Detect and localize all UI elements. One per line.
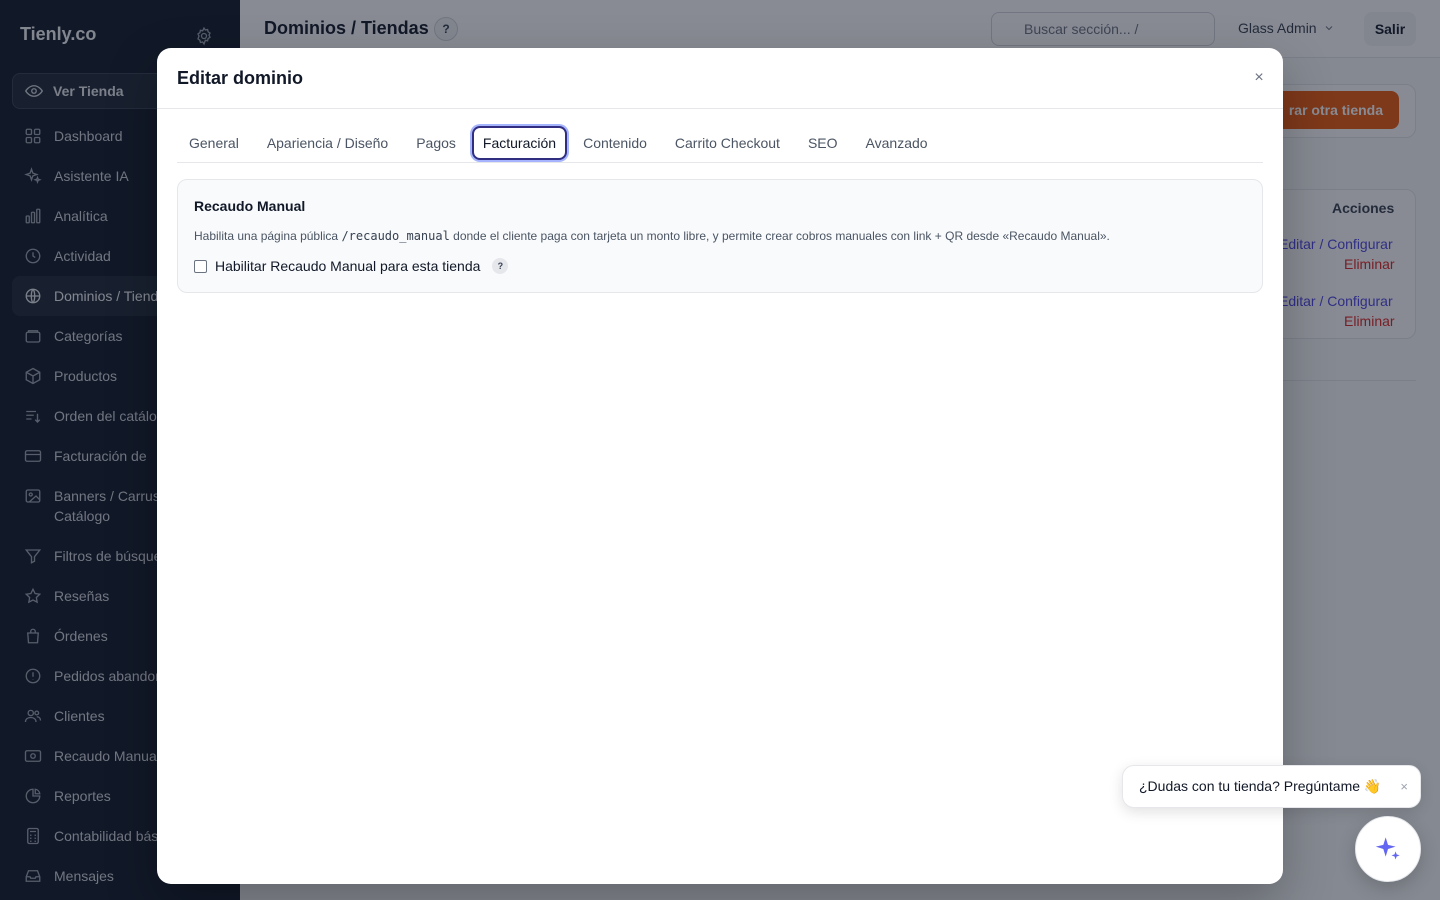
tab-pagos[interactable]: Pagos bbox=[404, 126, 468, 160]
enable-recaudo-row: Habilitar Recaudo Manual para esta tiend… bbox=[194, 258, 509, 274]
enable-recaudo-label[interactable]: Habilitar Recaudo Manual para esta tiend… bbox=[215, 258, 480, 274]
tab-general[interactable]: General bbox=[177, 126, 251, 160]
modal-title: Editar dominio bbox=[177, 68, 303, 88]
edit-domain-modal: Editar dominio × General Apariencia / Di… bbox=[157, 48, 1283, 884]
tab-carrito-checkout[interactable]: Carrito Checkout bbox=[663, 126, 792, 160]
recaudo-manual-section: Recaudo Manual Habilita una página públi… bbox=[177, 179, 1263, 293]
ai-assistant-button[interactable] bbox=[1355, 816, 1421, 882]
close-icon[interactable]: × bbox=[1400, 779, 1408, 794]
section-description: Habilita una página pública /recaudo_man… bbox=[194, 229, 1110, 243]
chat-prompt-bubble[interactable]: ¿Dudas con tu tienda? Pregúntame 👋 × bbox=[1122, 765, 1421, 808]
sparkles-icon bbox=[1375, 837, 1400, 860]
tab-seo[interactable]: SEO bbox=[796, 126, 850, 160]
tab-contenido[interactable]: Contenido bbox=[571, 126, 659, 160]
section-title: Recaudo Manual bbox=[194, 198, 306, 214]
help-icon[interactable]: ? bbox=[492, 258, 509, 274]
desc-after: donde el cliente paga con tarjeta un mon… bbox=[449, 229, 1110, 243]
tab-avanzado[interactable]: Avanzado bbox=[854, 126, 940, 160]
chat-prompt-text: ¿Dudas con tu tienda? Pregúntame 👋 bbox=[1139, 778, 1382, 794]
desc-code: /recaudo_manual bbox=[341, 229, 450, 243]
modal-header: Editar dominio × bbox=[157, 48, 1283, 109]
close-icon[interactable]: × bbox=[1251, 69, 1267, 86]
enable-recaudo-checkbox[interactable] bbox=[194, 259, 207, 273]
desc-before: Habilita una página pública bbox=[194, 229, 342, 243]
modal-tabs: General Apariencia / Diseño Pagos Factur… bbox=[177, 126, 1263, 163]
tab-apariencia[interactable]: Apariencia / Diseño bbox=[255, 126, 400, 160]
tab-facturacion[interactable]: Facturación bbox=[471, 126, 568, 160]
